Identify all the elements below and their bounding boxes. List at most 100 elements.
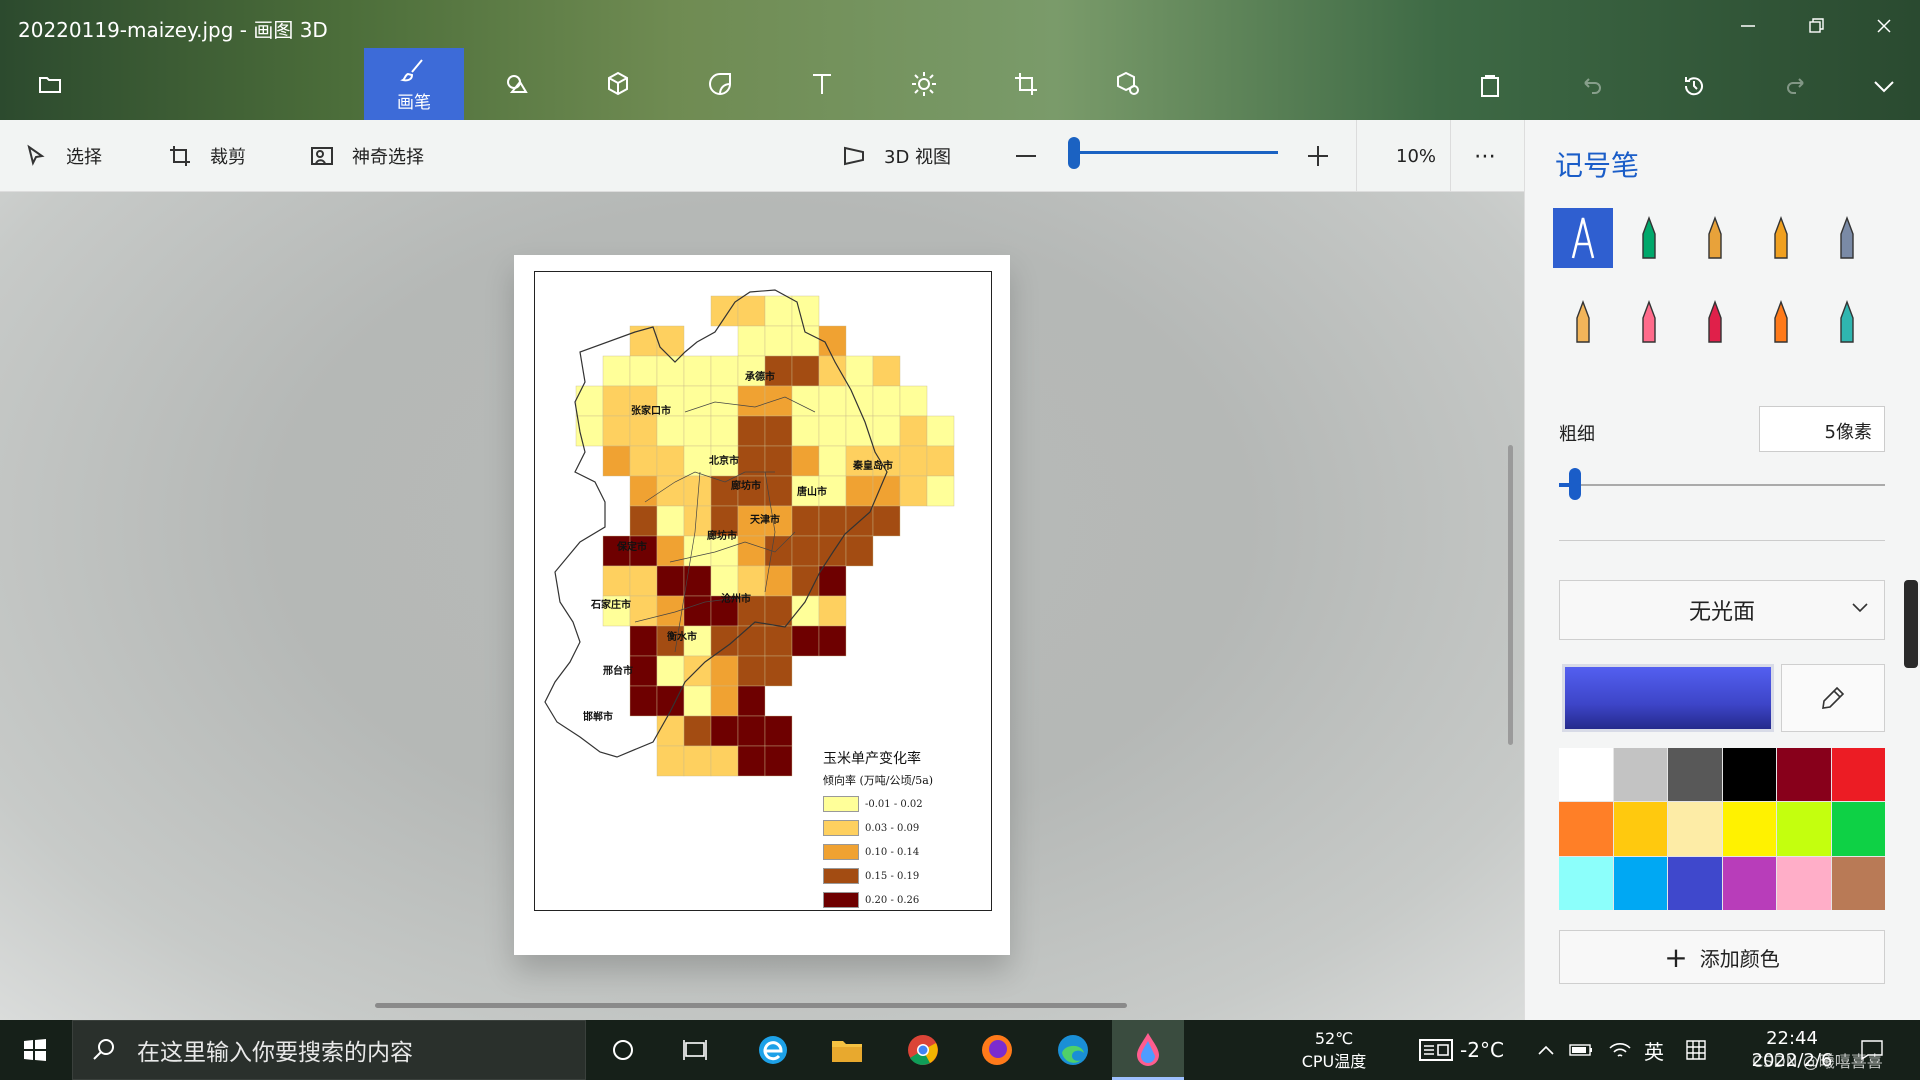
eyedropper-button[interactable] bbox=[1781, 664, 1885, 732]
add-color-button[interactable]: + 添加颜色 bbox=[1559, 930, 1885, 984]
ime-indicator[interactable]: 英 bbox=[1644, 1020, 1664, 1080]
image-canvas[interactable]: 承德市 张家口市 北京市 廊坊市 唐山市 秦皇岛市 天津市 保定市 廊坊市 沧州市 石家庄市 衡水市邢… bbox=[514, 255, 1010, 955]
news-icon bbox=[1419, 1039, 1453, 1061]
magic-select-label: 神奇选择 bbox=[352, 147, 424, 168]
palette-swatch-0[interactable] bbox=[1559, 748, 1613, 802]
notifications-button[interactable] bbox=[1860, 1020, 1884, 1080]
map-cell bbox=[899, 475, 928, 507]
cpu-temp-widget[interactable]: 52℃ CPU温度 bbox=[1286, 1020, 1382, 1080]
calligraphy-pen-brush[interactable] bbox=[1619, 208, 1679, 268]
zoom-out-button[interactable] bbox=[1014, 120, 1038, 192]
taskbar-firefox[interactable] bbox=[964, 1020, 1030, 1080]
weather-widget[interactable]: -2°C bbox=[1418, 1020, 1504, 1080]
map-cell bbox=[737, 745, 766, 777]
palette-swatch-4[interactable] bbox=[1777, 748, 1831, 802]
palette-swatch-15[interactable] bbox=[1722, 856, 1776, 910]
palette-swatch-5[interactable] bbox=[1831, 748, 1885, 802]
tab-effects[interactable] bbox=[874, 48, 974, 120]
plus-icon: + bbox=[1664, 940, 1688, 974]
palette-swatch-17[interactable] bbox=[1831, 856, 1885, 910]
size-input[interactable]: 5像素 bbox=[1759, 406, 1885, 452]
tab-canvas[interactable] bbox=[976, 48, 1076, 120]
tab-3d-library[interactable] bbox=[1078, 48, 1178, 120]
crop-button[interactable]: 裁剪 bbox=[168, 120, 246, 192]
palette-swatch-1[interactable] bbox=[1613, 748, 1667, 802]
marker-brush[interactable] bbox=[1553, 208, 1613, 268]
spray-can-brush[interactable] bbox=[1751, 292, 1811, 352]
eraser-brush[interactable] bbox=[1619, 292, 1679, 352]
vertical-scrollbar[interactable] bbox=[1508, 445, 1513, 745]
menu-button[interactable] bbox=[30, 66, 70, 102]
tray-battery[interactable] bbox=[1568, 1020, 1594, 1080]
chevron-down-icon bbox=[1852, 603, 1868, 613]
start-button[interactable] bbox=[2, 1020, 68, 1080]
zoom-slider-track[interactable] bbox=[1068, 151, 1278, 154]
tray-chevron[interactable] bbox=[1536, 1020, 1556, 1080]
tab-3d-shapes[interactable] bbox=[568, 48, 668, 120]
expand-menu-button[interactable] bbox=[1864, 68, 1904, 104]
palette-swatch-16[interactable] bbox=[1777, 856, 1831, 910]
watercolor-brush[interactable] bbox=[1751, 208, 1811, 268]
pencil-brush[interactable] bbox=[1553, 292, 1613, 352]
tab-text[interactable] bbox=[772, 48, 872, 120]
select-button[interactable]: 选择 bbox=[24, 120, 102, 192]
ime-mode[interactable] bbox=[1684, 1020, 1708, 1080]
taskbar-file-explorer[interactable] bbox=[814, 1020, 880, 1080]
taskbar-chrome[interactable] bbox=[890, 1020, 956, 1080]
zoom-level[interactable]: 10% bbox=[1396, 120, 1436, 192]
crayon-brush[interactable] bbox=[1685, 292, 1745, 352]
eraser-icon bbox=[1642, 300, 1656, 343]
palette-swatch-13[interactable] bbox=[1613, 856, 1667, 910]
cortana-button[interactable] bbox=[590, 1020, 656, 1080]
palette-swatch-12[interactable] bbox=[1559, 856, 1613, 910]
calligraphy-pen-icon bbox=[1642, 216, 1656, 259]
map-cell bbox=[602, 415, 631, 447]
palette-swatch-8[interactable] bbox=[1668, 802, 1722, 856]
map-cell bbox=[818, 355, 847, 387]
zoom-in-button[interactable] bbox=[1306, 120, 1330, 192]
zoom-slider-thumb[interactable] bbox=[1068, 137, 1080, 169]
taskbar-paint3d[interactable] bbox=[1112, 1020, 1184, 1080]
pixel-pen-brush[interactable] bbox=[1817, 208, 1877, 268]
weather-temp: -2°C bbox=[1460, 1038, 1504, 1062]
map-cell bbox=[629, 685, 658, 717]
oil-brush[interactable] bbox=[1685, 208, 1745, 268]
palette-swatch-9[interactable] bbox=[1722, 802, 1776, 856]
tray-wifi[interactable] bbox=[1608, 1020, 1632, 1080]
map-cell bbox=[656, 355, 685, 387]
palette-swatch-14[interactable] bbox=[1668, 856, 1722, 910]
map-cell bbox=[737, 655, 766, 687]
size-slider-track[interactable] bbox=[1559, 484, 1885, 486]
task-view-button[interactable] bbox=[662, 1020, 728, 1080]
fill-bucket-brush[interactable] bbox=[1817, 292, 1877, 352]
redo-button[interactable] bbox=[1776, 68, 1816, 104]
palette-swatch-7[interactable] bbox=[1613, 802, 1667, 856]
palette-swatch-2[interactable] bbox=[1668, 748, 1722, 802]
taskbar-search[interactable]: 在这里输入你要搜索的内容 bbox=[72, 1020, 586, 1080]
restore-button[interactable] bbox=[1796, 12, 1836, 40]
palette-swatch-3[interactable] bbox=[1722, 748, 1776, 802]
undo-button[interactable] bbox=[1572, 68, 1612, 104]
tab-brushes[interactable]: 画笔 bbox=[364, 48, 464, 120]
panel-edge-handle[interactable] bbox=[1904, 580, 1918, 668]
taskbar-ie[interactable] bbox=[740, 1020, 806, 1080]
finish-dropdown[interactable]: 无光面 bbox=[1559, 580, 1885, 640]
more-options-button[interactable]: ⋯ bbox=[1474, 120, 1498, 192]
palette-swatch-11[interactable] bbox=[1831, 802, 1885, 856]
magic-select-button[interactable]: 神奇选择 bbox=[310, 120, 424, 192]
paint3d-window: { "window":{"title":"20220119-maizey.jpg… bbox=[0, 0, 1920, 1080]
horizontal-scrollbar[interactable] bbox=[375, 1003, 1127, 1008]
size-slider-thumb[interactable] bbox=[1569, 468, 1582, 500]
paste-button[interactable] bbox=[1470, 68, 1510, 104]
close-button[interactable] bbox=[1864, 12, 1904, 40]
palette-swatch-6[interactable] bbox=[1559, 802, 1613, 856]
history-button[interactable] bbox=[1674, 68, 1714, 104]
palette-swatch-10[interactable] bbox=[1777, 802, 1831, 856]
view-3d-toggle[interactable]: 3D 视图 bbox=[842, 120, 951, 192]
3d-library-icon bbox=[1117, 71, 1139, 95]
taskbar-edge[interactable] bbox=[1040, 1020, 1106, 1080]
current-color-swatch[interactable] bbox=[1562, 664, 1774, 732]
minimize-button[interactable] bbox=[1728, 12, 1768, 40]
tab-stickers[interactable] bbox=[670, 48, 770, 120]
tab-2d-shapes[interactable] bbox=[466, 48, 566, 120]
